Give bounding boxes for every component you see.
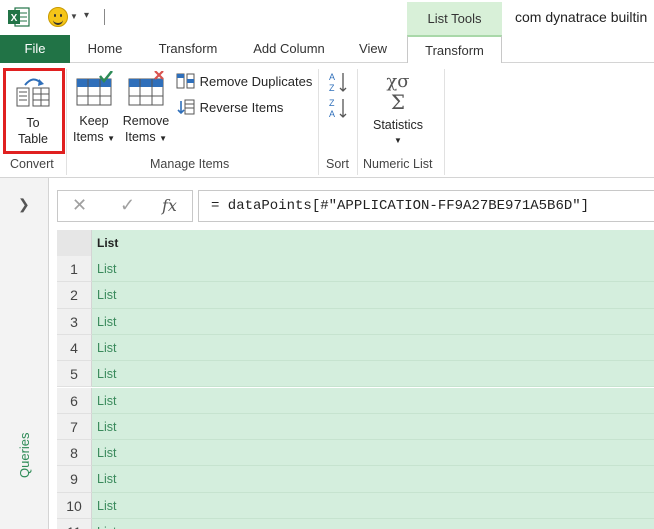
row-number[interactable]: 1 — [57, 256, 92, 283]
svg-text:Σ: Σ — [391, 90, 405, 113]
group-separator — [357, 69, 358, 175]
svg-text:Z: Z — [329, 98, 335, 108]
remove-items-button[interactable]: Remove Items ▼ — [122, 70, 170, 147]
tab-transform[interactable]: Transform — [148, 35, 228, 63]
list-cell-link[interactable]: List — [92, 334, 654, 362]
keep-items-icon — [76, 70, 113, 106]
sort-descending-icon[interactable]: Z A — [328, 97, 350, 119]
table-row[interactable]: 1 List — [57, 256, 654, 283]
window-title: com dynatrace builtin — [515, 9, 648, 25]
list-cell-link[interactable]: List — [92, 519, 654, 529]
list-cell-link[interactable]: List — [92, 361, 654, 388]
row-number[interactable]: 3 — [57, 308, 92, 335]
column-header-list[interactable]: List — [92, 230, 654, 256]
table-row[interactable]: 4 List — [57, 334, 654, 362]
svg-text:Z: Z — [329, 83, 335, 93]
to-table-highlight-box — [3, 68, 65, 154]
qat-separator — [104, 9, 105, 25]
remove-items-label-line2: Items — [125, 130, 156, 144]
list-cell-link[interactable]: List — [92, 282, 654, 309]
insert-function-fx-icon[interactable]: fx — [162, 196, 177, 215]
row-number[interactable]: 11 — [57, 519, 92, 529]
row-number[interactable]: 9 — [57, 466, 92, 493]
select-all-corner[interactable] — [57, 230, 92, 256]
formula-input[interactable]: = dataPoints[#"APPLICATION-FF9A27BE971A5… — [198, 190, 654, 222]
remove-duplicates-label: Remove Duplicates — [199, 74, 313, 89]
statistics-dropdown-icon: ▼ — [394, 136, 402, 145]
tab-home[interactable]: Home — [75, 35, 135, 63]
list-cell-link[interactable]: List — [92, 492, 654, 519]
keep-items-label-line1: Keep — [79, 114, 109, 128]
remove-items-label-line1: Remove — [122, 114, 170, 128]
row-number[interactable]: 2 — [57, 282, 92, 309]
tab-file[interactable]: File — [0, 35, 70, 63]
sort-ascending-icon[interactable]: A Z — [328, 71, 350, 93]
grid-header: List — [57, 230, 654, 256]
row-number[interactable]: 6 — [57, 387, 92, 414]
tab-add-column[interactable]: Add Column — [243, 35, 335, 63]
queries-pane: ❯ Queries — [0, 178, 49, 529]
list-cell-link[interactable]: List — [92, 308, 654, 335]
formula-bar-buttons: ✕ ✓ fx — [57, 190, 193, 222]
list-cell-link[interactable]: List — [92, 387, 654, 414]
queries-label[interactable]: Queries — [17, 432, 32, 478]
tab-list-transform[interactable]: Transform — [407, 35, 502, 64]
smiley-feedback-icon[interactable] — [48, 7, 68, 27]
tab-view[interactable]: View — [350, 35, 396, 63]
reverse-items-label: Reverse Items — [199, 100, 284, 115]
table-row[interactable]: 10 List — [57, 492, 654, 519]
table-row[interactable]: 9 List — [57, 466, 654, 493]
expand-queries-chevron-icon[interactable]: ❯ — [18, 196, 30, 213]
statistics-button[interactable]: χσ Σ Statistics ▼ — [366, 69, 430, 149]
svg-text:χσ: χσ — [386, 71, 409, 92]
remove-items-icon — [128, 70, 164, 106]
commit-formula-icon[interactable]: ✓ — [120, 195, 135, 216]
ribbon: To Table Convert Keep Items ▼ Remove Ite… — [0, 63, 654, 178]
group-separator — [444, 69, 445, 175]
row-number[interactable]: 7 — [57, 413, 92, 441]
table-row[interactable]: 3 List — [57, 308, 654, 335]
row-number[interactable]: 4 — [57, 334, 92, 362]
keep-items-button[interactable]: Keep Items ▼ — [72, 70, 116, 147]
keep-items-label-line2: Items — [73, 130, 104, 144]
table-row[interactable]: 5 List — [57, 361, 654, 388]
list-cell-link[interactable]: List — [92, 413, 654, 441]
customize-qat-icon[interactable]: ▾ — [84, 10, 89, 21]
list-cell-link[interactable]: List — [92, 466, 654, 493]
row-number[interactable]: 10 — [57, 492, 92, 519]
table-row[interactable]: 6 List — [57, 387, 654, 414]
excel-logo-icon[interactable]: X — [8, 7, 30, 27]
row-number[interactable]: 5 — [57, 361, 92, 388]
remove-duplicates-icon — [176, 73, 195, 89]
ribbon-tab-row: File Home Transform Add Column View Tran… — [0, 35, 654, 64]
list-tools-contextual-header: List Tools — [407, 2, 502, 35]
group-separator — [66, 69, 67, 175]
keep-items-dropdown-icon: ▼ — [107, 134, 115, 143]
sort-group-label: Sort — [326, 157, 349, 171]
remove-duplicates-button[interactable]: Remove Duplicates — [176, 73, 312, 90]
svg-text:A: A — [329, 72, 335, 82]
reverse-items-button[interactable]: Reverse Items — [176, 99, 283, 116]
statistics-label: Statistics — [372, 118, 423, 132]
list-cell-link[interactable]: List — [92, 256, 654, 283]
reverse-items-icon — [177, 99, 195, 115]
table-row[interactable]: 8 List — [57, 440, 654, 467]
group-separator — [318, 69, 319, 175]
table-row[interactable]: 11List — [57, 519, 654, 529]
svg-text:A: A — [329, 109, 335, 119]
convert-group-label: Convert — [10, 157, 54, 171]
list-cell-link[interactable]: List — [92, 440, 654, 467]
table-row[interactable]: 7 List — [57, 413, 654, 441]
row-number[interactable]: 8 — [57, 440, 92, 467]
table-row[interactable]: 2 List — [57, 282, 654, 309]
statistics-icon: χσ Σ — [386, 71, 409, 114]
svg-text:X: X — [11, 13, 18, 24]
smiley-dropdown-icon[interactable]: ▼ — [70, 12, 78, 21]
numeric-list-group-label: Numeric List — [363, 157, 433, 171]
cancel-formula-icon[interactable]: ✕ — [72, 195, 87, 216]
data-grid: List 1 List 2 List 3 List 4 List 5 List 6 List 7 List… — [57, 230, 654, 529]
remove-items-dropdown-icon: ▼ — [159, 134, 167, 143]
title-bar: X ▼ ▾ List Tools com dynatrace builtin — [0, 0, 654, 35]
manage-items-group-label: Manage Items — [150, 157, 230, 171]
